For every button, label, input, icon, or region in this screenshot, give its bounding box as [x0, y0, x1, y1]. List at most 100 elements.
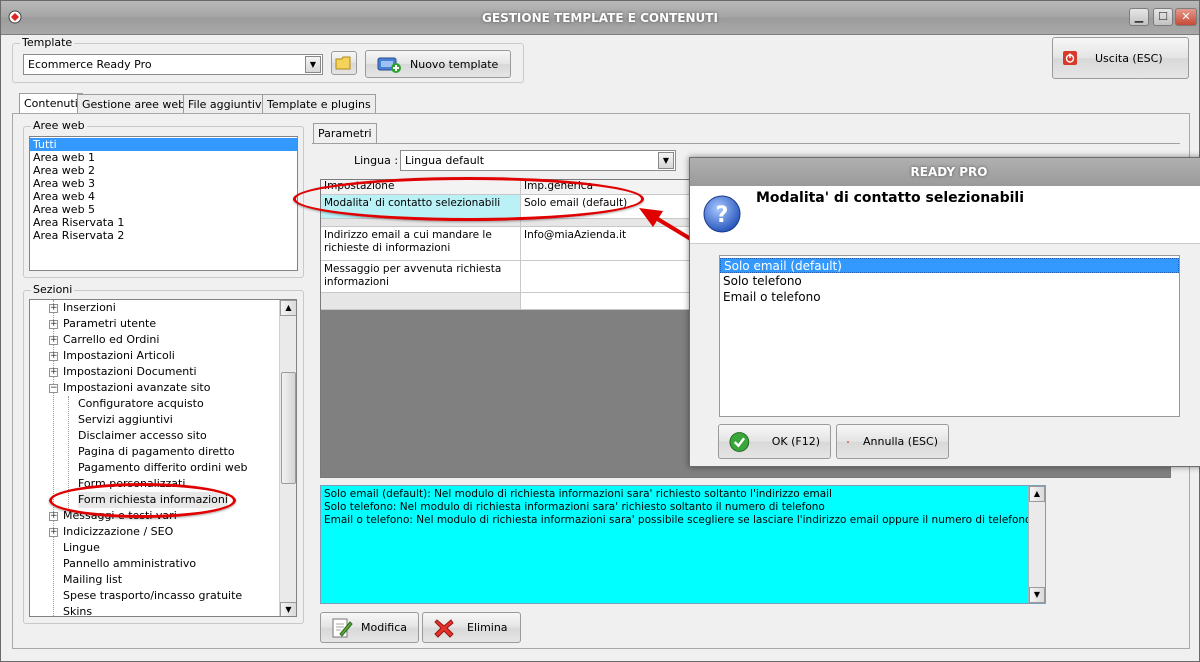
list-item[interactable]: Tutti: [30, 138, 297, 151]
sezioni-scrollbar[interactable]: ▲ ▼: [279, 300, 296, 616]
new-template-icon: [377, 57, 401, 73]
expand-icon[interactable]: +: [49, 368, 58, 377]
scroll-up-icon[interactable]: ▲: [280, 300, 296, 316]
chevron-down-icon[interactable]: ▼: [658, 152, 674, 169]
description-box: Solo email (default): Nel modulo di rich…: [320, 485, 1046, 604]
modify-label: Modifica: [361, 621, 407, 634]
tree-item-form-personalizzati[interactable]: Form personalizzati: [78, 476, 185, 492]
description-scrollbar[interactable]: ▲ ▼: [1028, 486, 1045, 603]
tree-item-pannello[interactable]: Pannello amministrativo: [63, 556, 196, 572]
expand-icon[interactable]: +: [49, 320, 58, 329]
tree-item-inserzioni[interactable]: Inserzioni: [63, 300, 116, 316]
template-select[interactable]: Ecommerce Ready Pro ▼: [23, 54, 323, 75]
tree-item-mailing[interactable]: Mailing list: [63, 572, 122, 588]
scroll-up-icon[interactable]: ▲: [1029, 486, 1045, 502]
template-select-value: Ecommerce Ready Pro: [28, 58, 152, 71]
tab-contenuti[interactable]: Contenuti: [19, 93, 83, 114]
cancel-button[interactable]: Annulla (ESC): [836, 424, 949, 459]
question-icon: ?: [703, 195, 741, 233]
tree-item-servizi[interactable]: Servizi aggiuntivi: [78, 412, 173, 428]
tree-item-carrello[interactable]: Carrello ed Ordini: [63, 332, 159, 348]
tree-item-pagina-pagamento[interactable]: Pagina di pagamento diretto: [78, 444, 235, 460]
power-icon: [1063, 51, 1077, 65]
delete-x-icon: [434, 618, 454, 638]
new-template-button[interactable]: Nuovo template: [365, 50, 511, 78]
exit-button[interactable]: Uscita (ESC): [1052, 37, 1189, 79]
tree-item-parametri-utente[interactable]: Parametri utente: [63, 316, 156, 332]
cancel-label: Annulla (ESC): [863, 435, 938, 448]
grid-spacer: [321, 219, 521, 227]
lingua-label: Lingua :: [354, 154, 399, 167]
scroll-down-icon[interactable]: ▼: [280, 602, 296, 616]
delete-label: Elimina: [467, 621, 508, 634]
check-icon: [729, 431, 750, 452]
exit-label: Uscita (ESC): [1095, 51, 1163, 65]
window-title: GESTIONE TEMPLATE E CONTENUTI: [482, 11, 718, 25]
expand-icon[interactable]: +: [49, 304, 58, 313]
grid-cell-setting[interactable]: Modalita' di contatto selezionabili: [321, 195, 521, 219]
folder-icon: [335, 56, 351, 70]
tab-parametri[interactable]: Parametri: [313, 123, 377, 144]
tree-item-lingue[interactable]: Lingue: [63, 540, 100, 556]
expand-icon[interactable]: +: [49, 352, 58, 361]
list-item[interactable]: Area web 1: [30, 151, 297, 164]
list-item[interactable]: Area Riservata 2: [30, 229, 297, 242]
tree-item-impostazioni-articoli[interactable]: Impostazioni Articoli: [63, 348, 175, 364]
expand-icon[interactable]: +: [49, 528, 58, 537]
dialog-question: Modalita' di contatto selezionabili: [756, 190, 1025, 206]
aree-web-label: Aree web: [31, 119, 87, 132]
tab-file-aggiuntivi[interactable]: File aggiuntivi: [183, 94, 270, 114]
list-item[interactable]: Area Riservata 1: [30, 216, 297, 229]
list-item[interactable]: Email o telefono: [720, 289, 1179, 305]
list-item[interactable]: Solo telefono: [720, 273, 1179, 289]
list-item[interactable]: Area web 2: [30, 164, 297, 177]
lingua-select[interactable]: Lingua default ▼: [400, 150, 676, 171]
tree-guide-line: [68, 396, 69, 508]
grid-empty-row: [321, 293, 521, 310]
tab-gestione-aree-web[interactable]: Gestione aree web: [77, 94, 191, 114]
grid-cell-setting[interactable]: Messaggio per avvenuta richiesta informa…: [321, 261, 521, 293]
chevron-down-icon[interactable]: ▼: [305, 56, 321, 73]
contact-mode-list[interactable]: Solo email (default) Solo telefono Email…: [719, 255, 1180, 417]
tree-guide-line: [53, 300, 54, 616]
close-button[interactable]: ✕: [1175, 8, 1197, 26]
tree-item-spese[interactable]: Spese trasporto/incasso gratuite: [63, 588, 242, 604]
template-group-label: Template: [20, 36, 75, 49]
open-folder-button[interactable]: [331, 51, 357, 75]
dialog-header: ? Modalita' di contatto selezionabili: [690, 186, 1200, 244]
sezioni-label: Sezioni: [31, 283, 75, 296]
tree-item-pagamento-differito[interactable]: Pagamento differito ordini web: [78, 460, 247, 476]
tree-item-impostazioni-documenti[interactable]: Impostazioni Documenti: [63, 364, 197, 380]
description-line: Email o telefono: Nel modulo di richiest…: [324, 514, 1032, 526]
sezioni-tree[interactable]: + Inserzioni + Parametri utente + Carrel…: [29, 299, 297, 617]
scroll-down-icon[interactable]: ▼: [1029, 587, 1045, 603]
ready-pro-dialog: READY PRO ? Modalita' di contatto selezi…: [689, 157, 1200, 467]
ok-label: OK (F12): [771, 435, 820, 448]
modify-button[interactable]: Modifica: [320, 612, 419, 643]
list-item[interactable]: Area web 5: [30, 203, 297, 216]
tab-template-e-plugins[interactable]: Template e plugins: [262, 94, 376, 114]
tree-item-messaggi[interactable]: Messaggi e testi vari: [63, 508, 177, 524]
list-item[interactable]: Area web 3: [30, 177, 297, 190]
tree-item-impostazioni-avanzate[interactable]: Impostazioni avanzate sito: [63, 380, 210, 396]
tree-item-disclaimer[interactable]: Disclaimer accesso sito: [78, 428, 207, 444]
dialog-title: READY PRO: [690, 158, 1200, 186]
expand-icon[interactable]: +: [49, 512, 58, 521]
tree-item-configuratore[interactable]: Configuratore acquisto: [78, 396, 204, 412]
list-item[interactable]: Solo email (default): [720, 258, 1179, 273]
aree-web-list[interactable]: Tutti Area web 1 Area web 2 Area web 3 A…: [29, 136, 298, 271]
tree-item-form-richiesta[interactable]: Form richiesta informazioni: [78, 492, 228, 508]
collapse-icon[interactable]: −: [49, 384, 58, 393]
list-item[interactable]: Area web 4: [30, 190, 297, 203]
description-line: Solo telefono: Nel modulo di richiesta i…: [324, 501, 825, 513]
tree-item-seo[interactable]: Indicizzazione / SEO: [63, 524, 173, 540]
ok-button[interactable]: OK (F12): [718, 424, 831, 459]
expand-icon[interactable]: +: [49, 336, 58, 345]
column-header-impostazione[interactable]: Impostazione: [321, 180, 521, 195]
grid-cell-setting[interactable]: Indirizzo email a cui mandare le richies…: [321, 227, 521, 261]
delete-button[interactable]: Elimina: [422, 612, 521, 643]
tree-item-skins[interactable]: Skins: [63, 604, 92, 616]
minimize-button[interactable]: ▁: [1129, 8, 1149, 26]
scroll-thumb[interactable]: [281, 372, 296, 484]
maximize-button[interactable]: ☐: [1153, 8, 1173, 26]
